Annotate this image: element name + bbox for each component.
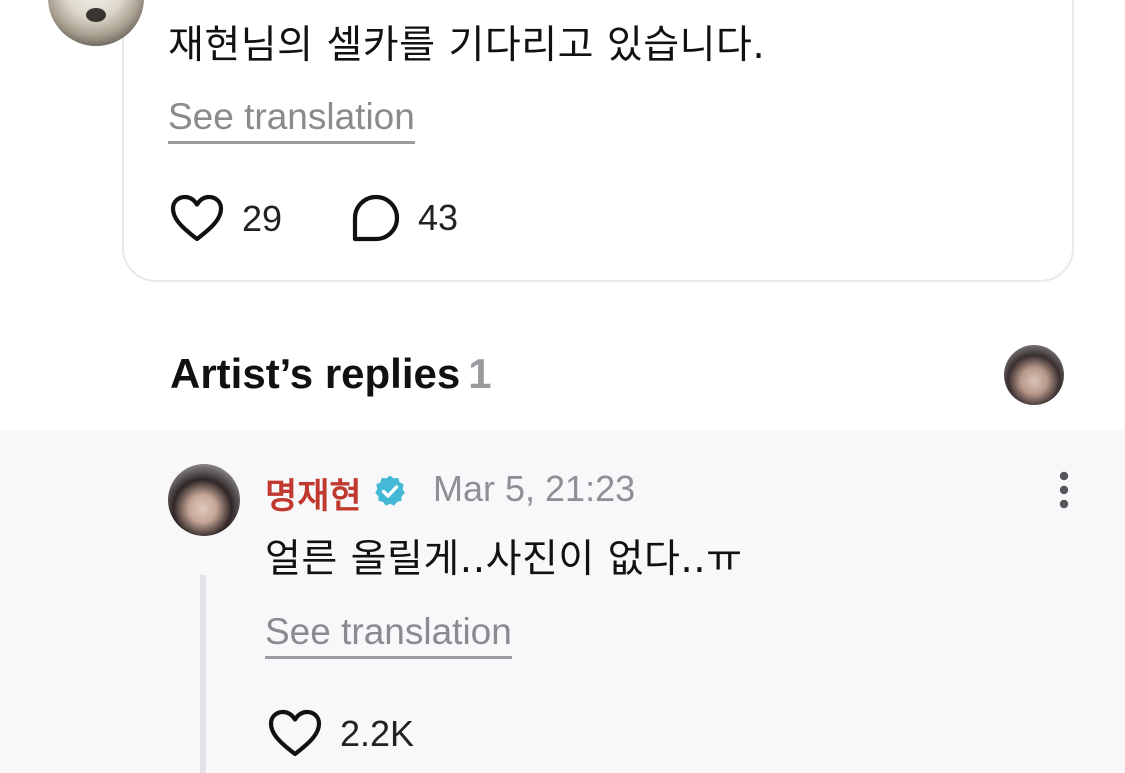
artist-replies-count: 1 xyxy=(468,350,492,397)
more-vertical-icon[interactable] xyxy=(1052,470,1076,510)
reply-author-avatar[interactable] xyxy=(168,464,240,536)
speech-bubble-icon xyxy=(352,194,400,242)
reply-like-count: 2.2K xyxy=(340,713,415,754)
post-see-translation-link[interactable]: See translation xyxy=(168,97,415,144)
reply-timestamp: Mar 5, 21:23 xyxy=(433,468,636,509)
artist-replies-title: Artist’s replies xyxy=(170,350,461,397)
reply-author-name[interactable]: 명재현 xyxy=(265,468,362,519)
post-comment-count: 43 xyxy=(418,197,459,238)
verified-badge-icon xyxy=(375,475,405,506)
avatar-photo-detail xyxy=(86,8,106,22)
heart-outline-icon xyxy=(268,709,322,757)
artist-avatar-small[interactable] xyxy=(1004,345,1064,405)
heart-outline-icon xyxy=(170,194,224,242)
artist-replies-heading: Artist’s replies 1 xyxy=(170,350,492,398)
post-like-button[interactable]: 29 xyxy=(170,194,282,244)
post-like-count: 29 xyxy=(242,198,283,239)
reply-body-text: 얼른 올릴게..사진이 없다..ㅠ xyxy=(265,537,743,582)
post-comment-button[interactable]: 43 xyxy=(352,194,458,242)
post-body-text: 재현님의 셀카를 기다리고 있습니다. xyxy=(168,23,766,68)
screen: 재현님의 셀카를 기다리고 있습니다. See translation 29 4… xyxy=(0,0,1125,773)
artist-reply: 명재현 Mar 5, 21:23 얼른 올릴게..사진이 없다..ㅠ See t… xyxy=(0,430,1125,773)
reply-see-translation-link[interactable]: See translation xyxy=(265,612,512,659)
reply-like-button[interactable]: 2.2K xyxy=(268,709,414,759)
thread-connector-line xyxy=(200,575,206,773)
